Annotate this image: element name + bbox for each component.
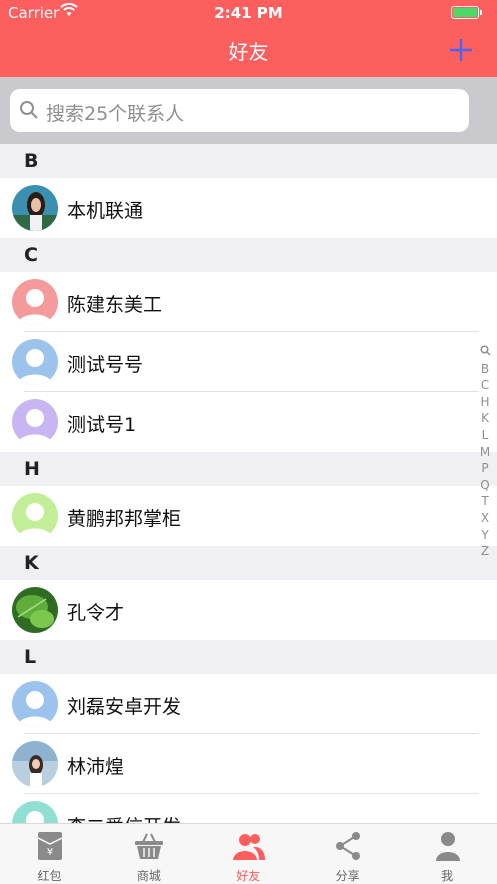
tab-bar: ¥ 红包 商城 好友 分享 我 [0, 823, 497, 884]
contact-row[interactable]: 孔令才 [0, 580, 497, 640]
search-icon [19, 100, 39, 124]
section-header: K [0, 546, 497, 580]
tab-label: 红包 [37, 869, 62, 883]
contact-list[interactable]: B 本机联通 C 陈建东美工测试号号测试号1 H 黄鹏邦邦掌柜 K 孔令才 L 刘磊安卓开发 林沛煌… [0, 144, 497, 824]
avatar [12, 399, 58, 445]
index-letter[interactable]: B [477, 361, 493, 378]
avatar [12, 801, 58, 824]
index-letter[interactable]: M [477, 444, 493, 461]
status-bar: Carrier 2:41 PM [0, 0, 497, 26]
index-letter[interactable]: L [477, 427, 493, 444]
section-header: B [0, 144, 497, 178]
avatar [12, 185, 58, 231]
basket-icon [133, 830, 165, 862]
add-friend-button[interactable] [449, 28, 473, 71]
status-time: 2:41 PM [214, 4, 283, 22]
index-letter[interactable]: K [477, 410, 493, 427]
tab-label: 好友 [236, 869, 261, 883]
index-letter[interactable]: Z [477, 543, 493, 560]
index-search-icon[interactable] [477, 344, 493, 361]
contact-name: 测试号1 [67, 414, 137, 436]
contact-row[interactable]: 刘磊安卓开发 [0, 674, 497, 734]
contact-row[interactable]: 测试号1 [0, 392, 497, 452]
index-letter[interactable]: C [477, 377, 493, 394]
contact-name: 黄鹏邦邦掌柜 [67, 508, 182, 530]
contact-name: 测试号号 [67, 354, 144, 376]
contact-row[interactable]: 陈建东美工 [0, 272, 497, 332]
friends-icon [232, 830, 265, 862]
section-header: L [0, 640, 497, 674]
search-placeholder: 搜索25个联系人 [46, 103, 185, 125]
tab-friends[interactable]: 好友 [199, 824, 298, 884]
avatar [12, 279, 58, 325]
search-bar: 搜索25个联系人 [0, 77, 497, 144]
battery-icon [451, 6, 482, 19]
avatar [12, 741, 58, 787]
index-letter[interactable]: T [477, 493, 493, 510]
contact-row[interactable]: 黄鹏邦邦掌柜 [0, 486, 497, 546]
section-index[interactable]: BCHKLMPQTXYZ [477, 344, 493, 560]
svg-text:¥: ¥ [47, 847, 53, 858]
index-letter[interactable]: Y [477, 527, 493, 544]
index-letter[interactable]: H [477, 394, 493, 411]
contact-name: 陈建东美工 [67, 294, 163, 316]
avatar [12, 681, 58, 727]
contact-row[interactable]: 本机联通 [0, 178, 497, 238]
index-letter[interactable]: Q [477, 477, 493, 494]
tab-label: 我 [441, 869, 454, 883]
tab-person[interactable]: 我 [398, 824, 497, 884]
share-icon [332, 830, 364, 862]
nav-header: Carrier 2:41 PM 好友 [0, 0, 497, 77]
red-envelope-icon: ¥ [34, 830, 66, 862]
contact-name: 本机联通 [67, 200, 144, 222]
plus-icon [450, 39, 472, 61]
tab-red-envelope[interactable]: ¥ 红包 [0, 824, 99, 884]
tab-basket[interactable]: 商城 [99, 824, 198, 884]
tab-label: 商城 [136, 869, 161, 883]
avatar [12, 339, 58, 385]
tab-label: 分享 [335, 869, 360, 883]
avatar [12, 493, 58, 539]
section-header: C [0, 238, 497, 272]
contact-row[interactable]: 测试号号 [0, 332, 497, 392]
contact-name: 刘磊安卓开发 [67, 696, 182, 718]
avatar [12, 587, 58, 633]
contact-row[interactable]: 林沛煌 [0, 734, 497, 794]
contact-name: 林沛煌 [67, 756, 125, 778]
tab-share[interactable]: 分享 [298, 824, 397, 884]
contact-name: 孔令才 [67, 602, 125, 624]
index-letter[interactable]: P [477, 460, 493, 477]
contact-row[interactable]: 李二爱信开发 [0, 794, 497, 824]
page-title: 好友 [228, 40, 269, 64]
person-icon [432, 830, 464, 862]
search-input[interactable]: 搜索25个联系人 [10, 89, 469, 132]
index-letter[interactable]: X [477, 510, 493, 527]
section-header: H [0, 452, 497, 486]
